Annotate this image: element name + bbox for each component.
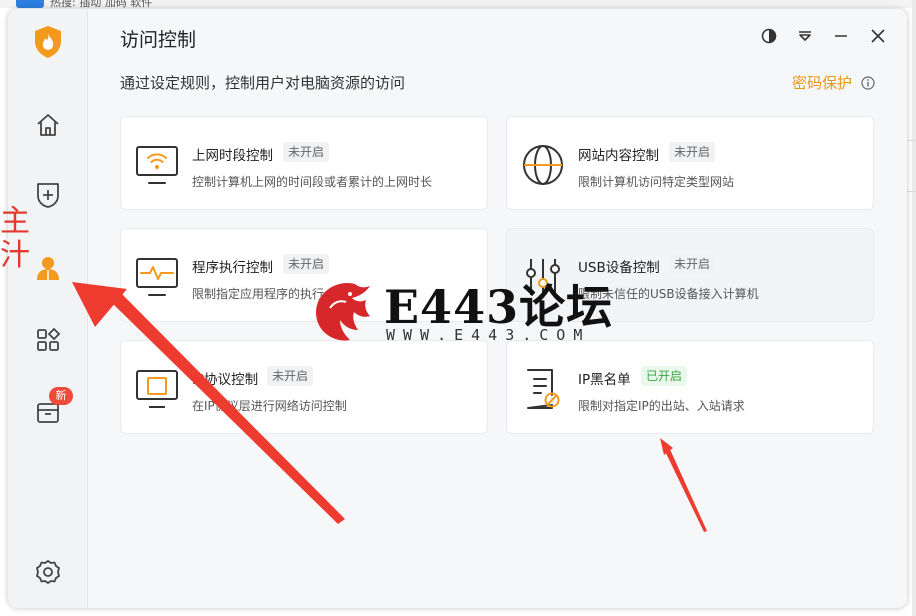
user-icon[interactable] <box>33 253 63 283</box>
status-badge: 未开启 <box>283 254 330 274</box>
card-title: 程序执行控制 <box>192 260 273 276</box>
minimize-icon[interactable] <box>832 27 850 45</box>
blacklist-document-icon <box>519 365 567 413</box>
status-badge: 未开启 <box>669 254 716 274</box>
background-search-icon <box>16 0 44 8</box>
settings-gear-icon[interactable] <box>33 557 63 587</box>
card-title: 上网时段控制 <box>192 148 273 164</box>
shield-plus-icon[interactable] <box>33 180 63 210</box>
card-title: USB设备控制 <box>578 260 660 276</box>
background-right-divider <box>906 140 916 192</box>
home-icon[interactable] <box>33 110 63 140</box>
theme-toggle-icon[interactable] <box>760 27 778 45</box>
card-description: 限制计算机访问特定类型网站 <box>578 175 735 189</box>
page-subtitle: 通过设定规则，控制用户对电脑资源的访问 <box>120 74 406 92</box>
sidebar: 新 <box>8 9 88 608</box>
status-badge: 未开启 <box>669 142 716 162</box>
apps-grid-icon[interactable] <box>33 325 63 355</box>
logo-shield-flame-icon <box>33 26 63 58</box>
status-badge: 未开启 <box>283 142 330 162</box>
card-description: 限制对指定IP的出站、入站请求 <box>578 399 745 413</box>
usb-sliders-icon <box>519 253 567 301</box>
card-internet-time-control[interactable]: 上网时段控制 未开启 控制计算机上网的时间段或者累计的上网时长 <box>120 116 488 210</box>
background-right-strip <box>912 0 916 616</box>
new-badge: 新 <box>49 387 73 405</box>
monitor-wifi-icon <box>133 141 181 189</box>
page-title: 访问控制 <box>120 29 197 51</box>
card-description: 限制指定应用程序的执行 <box>192 287 325 301</box>
card-ip-blacklist[interactable]: IP黑名单 已开启 限制对指定IP的出站、入站请求 <box>506 340 874 434</box>
card-ip-protocol-control[interactable]: IP协议控制 未开启 在IP协议层进行网络访问控制 <box>120 340 488 434</box>
monitor-ip-icon <box>133 365 181 413</box>
status-badge: 已开启 <box>641 366 688 386</box>
globe-icon <box>519 141 567 189</box>
main-panel: 访问控制 通过设定规则，控制用户对电脑资源的访问 密码保护 上网时段控制 未开启… <box>88 9 907 608</box>
status-badge: 未开启 <box>267 366 314 386</box>
card-title: IP协议控制 <box>192 372 259 388</box>
card-program-execution-control[interactable]: 程序执行控制 未开启 限制指定应用程序的执行 <box>120 228 488 322</box>
password-protection-link[interactable]: 密码保护 <box>792 72 852 93</box>
monitor-pulse-icon <box>133 253 181 301</box>
card-usb-device-control[interactable]: USB设备控制 未开启 限制未信任的USB设备接入计算机 <box>506 228 874 322</box>
info-icon[interactable] <box>861 75 875 90</box>
card-title: 网站内容控制 <box>578 148 659 164</box>
app-window: 新 访问控制 通过设定规则，控制用户对电脑资源的访问 密码保护 上网时段控制 未… <box>8 9 907 608</box>
close-icon[interactable] <box>869 27 887 45</box>
card-title: IP黑名单 <box>578 372 631 388</box>
card-description: 在IP协议层进行网络访问控制 <box>192 399 347 413</box>
card-description: 控制计算机上网的时间段或者累计的上网时长 <box>192 175 433 189</box>
dropdown-menu-icon[interactable] <box>796 27 814 45</box>
card-description: 限制未信任的USB设备接入计算机 <box>578 287 759 301</box>
card-website-content-control[interactable]: 网站内容控制 未开启 限制计算机访问特定类型网站 <box>506 116 874 210</box>
